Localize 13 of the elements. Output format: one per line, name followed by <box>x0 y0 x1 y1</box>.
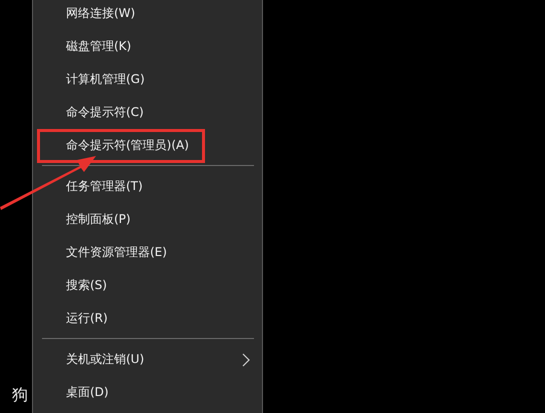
menu-item[interactable]: 命令提示符(管理员)(A) <box>66 137 250 154</box>
background-text: 狗 <box>12 385 28 406</box>
menu-item[interactable]: 计算机管理(G) <box>66 71 250 88</box>
menu-item[interactable]: 关机或注销(U) <box>66 351 242 368</box>
menu-item[interactable]: 任务管理器(T) <box>66 178 250 195</box>
menu-item[interactable]: 网络连接(W) <box>66 5 250 22</box>
menu-item[interactable]: 磁盘管理(K) <box>66 38 250 55</box>
menu-item[interactable]: 桌面(D) <box>66 384 250 401</box>
menu-item[interactable]: 文件资源管理器(E) <box>66 244 250 261</box>
menu-item[interactable]: 运行(R) <box>66 310 250 327</box>
menu-item[interactable]: 命令提示符(C) <box>66 104 250 121</box>
menu-item[interactable]: 控制面板(P) <box>66 211 250 228</box>
menu-item[interactable]: 搜索(S) <box>66 277 250 294</box>
